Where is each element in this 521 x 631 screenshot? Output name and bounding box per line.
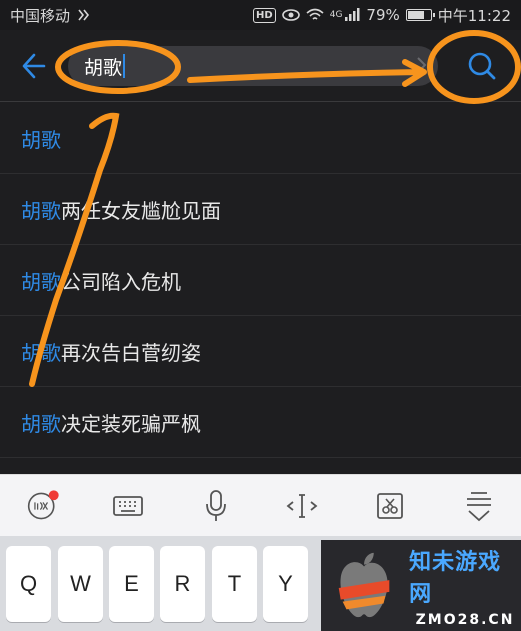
signal-icon (345, 8, 360, 21)
key-e[interactable]: E (109, 546, 154, 622)
key-r[interactable]: R (160, 546, 205, 622)
watermark: 知未游戏网 ZMO28.CN (321, 540, 521, 631)
ifly-logo-button[interactable] (26, 489, 60, 523)
network-type: 4G (329, 10, 343, 20)
chevron-right-icon (417, 57, 427, 73)
search-icon (468, 52, 496, 80)
cursor-control-button[interactable] (285, 489, 319, 523)
back-button[interactable] (14, 48, 50, 84)
battery-percent: 79% (366, 6, 400, 24)
suggestion-item[interactable]: 胡歌 再次告白菅纫姿 (0, 316, 521, 387)
suggestion-highlight: 胡歌 (21, 269, 61, 294)
suggestion-item[interactable]: 胡歌 两任女友尴尬见面 (0, 174, 521, 245)
battery-icon (405, 9, 435, 21)
eye-icon (281, 9, 300, 21)
voice-input-button[interactable] (199, 489, 233, 523)
suggestion-highlight: 胡歌 (21, 198, 61, 223)
cursor-icon (286, 494, 318, 518)
search-bar: 胡歌 (0, 30, 521, 102)
clear-button[interactable] (410, 54, 432, 76)
data-transfer-icon (78, 9, 90, 21)
key-q[interactable]: Q (6, 546, 51, 622)
clipboard-icon (377, 493, 403, 519)
suggestion-text: 公司陷入危机 (61, 269, 181, 294)
keyboard-toolbar (0, 474, 521, 536)
suggestion-item[interactable]: 胡歌 决定装死骗严枫 (0, 387, 521, 458)
hd-badge: HD (253, 7, 276, 23)
suggestion-text: 决定装死骗严枫 (61, 411, 201, 436)
suggestion-text: 两任女友尴尬见面 (61, 198, 221, 223)
search-button[interactable] (462, 48, 502, 86)
suggestion-item[interactable]: 胡歌 (0, 103, 521, 174)
back-arrow-icon (22, 53, 46, 79)
suggestion-highlight: 胡歌 (21, 340, 61, 365)
keyboard-button[interactable] (111, 489, 145, 523)
clipboard-button[interactable] (373, 489, 407, 523)
key-w[interactable]: W (58, 546, 103, 622)
microphone-icon (206, 490, 226, 521)
hide-keyboard-icon (467, 492, 491, 522)
wifi-icon (306, 8, 324, 20)
text-caret (123, 54, 126, 78)
watermark-url: ZMO28.CN (415, 611, 515, 628)
search-query: 胡歌 (84, 56, 123, 79)
keyboard-icon (113, 496, 143, 516)
search-input[interactable]: 胡歌 (68, 46, 438, 86)
carrier-label: 中国移动 (10, 6, 71, 25)
ifly-logo-icon (27, 490, 59, 520)
suggestion-list: 胡歌 胡歌 两任女友尴尬见面 胡歌 公司陷入危机 胡歌 再次告白菅纫姿 胡歌 决定装死骗… (0, 103, 521, 458)
key-y[interactable]: Y (263, 546, 308, 622)
clock: 中午11:22 (437, 6, 511, 25)
suggestion-item[interactable]: 胡歌 公司陷入危机 (0, 245, 521, 316)
key-t[interactable]: T (212, 546, 257, 622)
suggestion-highlight: 胡歌 (21, 127, 61, 152)
status-bar: 中国移动 HD 4G 79% 中午11:22 (0, 0, 521, 30)
apple-logo-icon (338, 552, 390, 617)
suggestion-text: 再次告白菅纫姿 (61, 340, 201, 365)
hide-keyboard-button[interactable] (462, 489, 496, 523)
watermark-title: 知未游戏网 (409, 549, 502, 607)
suggestion-highlight: 胡歌 (21, 411, 61, 436)
